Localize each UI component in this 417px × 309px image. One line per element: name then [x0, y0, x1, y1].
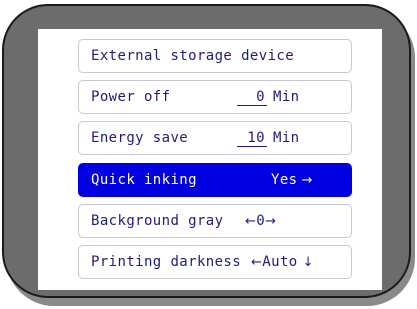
- printing-darkness-value-group: ← Auto ↓: [251, 254, 314, 270]
- menu-item-printing-darkness[interactable]: Printing darkness ← Auto ↓: [78, 245, 352, 279]
- quick-inking-value: Yes: [271, 172, 298, 188]
- menu-item-background-gray[interactable]: Background gray ← 0 →: [78, 204, 352, 238]
- background-gray-value: 0: [256, 213, 266, 229]
- menu-item-power-off[interactable]: Power off 0 Min: [78, 80, 352, 114]
- menu-item-label: Quick inking: [91, 172, 197, 188]
- menu-item-label: External storage device: [91, 48, 295, 64]
- lcd-screen: External storage device Power off 0 Min …: [38, 29, 382, 290]
- printing-darkness-value: Auto: [262, 254, 298, 270]
- menu-item-quick-inking[interactable]: Quick inking Yes →: [78, 163, 352, 197]
- menu-item-label: Energy save: [91, 130, 189, 146]
- left-arrow-icon: ←: [251, 254, 263, 270]
- down-arrow-icon: ↓: [302, 254, 314, 270]
- background-gray-value-group: ← 0 →: [245, 213, 276, 229]
- menu-item-label: Printing darkness: [91, 254, 242, 270]
- energy-save-value-group: 10 Min: [237, 130, 300, 147]
- menu-item-energy-save[interactable]: Energy save 10 Min: [78, 121, 352, 155]
- right-arrow-icon: →: [265, 213, 277, 229]
- power-off-value-group: 0 Min: [237, 89, 300, 106]
- energy-save-unit: Min: [273, 130, 300, 146]
- power-off-value: 0: [237, 89, 267, 106]
- energy-save-value: 10: [237, 130, 267, 147]
- left-arrow-icon: ←: [245, 213, 257, 229]
- power-off-unit: Min: [273, 89, 300, 105]
- right-arrow-icon: →: [301, 172, 313, 188]
- quick-inking-value-group: Yes →: [271, 172, 313, 188]
- menu-item-label: Power off: [91, 89, 171, 105]
- menu-item-label: Background gray: [91, 213, 224, 229]
- menu-item-external-storage[interactable]: External storage device: [78, 39, 352, 73]
